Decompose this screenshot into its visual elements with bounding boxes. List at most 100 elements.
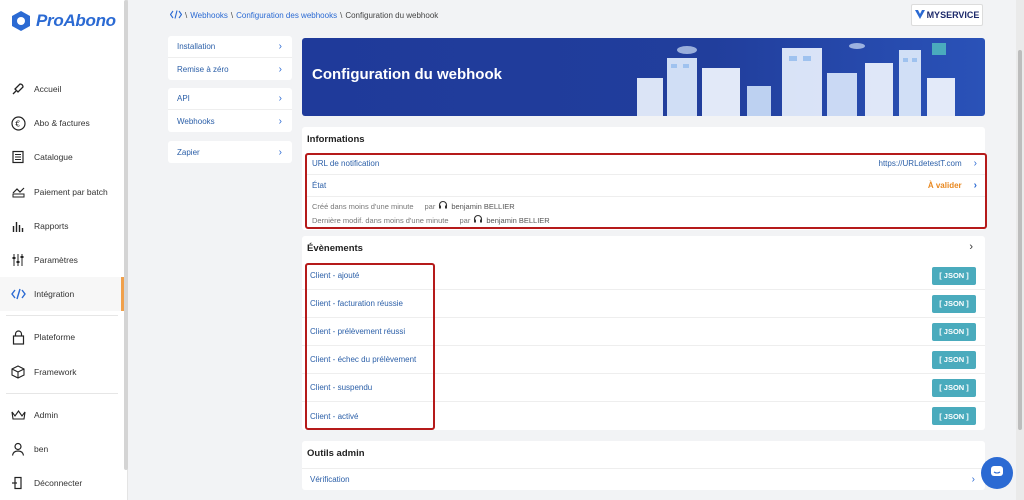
batch-payment-icon: [10, 184, 26, 200]
city-illustration: [637, 43, 955, 116]
json-button[interactable]: [ JSON ]: [932, 407, 976, 425]
sidebar-item-label: Plateforme: [34, 332, 76, 343]
breadcrumb-sep: \: [230, 11, 234, 20]
created-text: Créé dans moins d'une minute: [312, 201, 414, 211]
sidebar-item-label: Catalogue: [34, 152, 73, 163]
sidebar-item-integration[interactable]: Intégration: [0, 277, 124, 312]
service-logo-icon: [914, 9, 925, 21]
catalog-icon: [10, 149, 26, 165]
breadcrumb-sep: \: [340, 11, 343, 20]
json-button[interactable]: [ JSON ]: [932, 294, 976, 313]
created-by: par: [424, 201, 436, 211]
submenu-item-zapier[interactable]: Zapier ›: [168, 141, 292, 163]
reports-icon: [10, 218, 26, 234]
notification-url-value-group: https://URLdetestT.com ›: [879, 158, 978, 169]
state-label: État: [312, 181, 327, 190]
sidebar-divider: [6, 315, 118, 317]
chevron-right-icon: ›: [278, 41, 282, 52]
created-meta: Créé dans moins d'une minute par benjami…: [312, 200, 515, 212]
verification-label: Vérification: [310, 475, 350, 484]
sidebar-scrollbar[interactable]: [124, 0, 128, 470]
chat-button[interactable]: [981, 457, 1013, 489]
admin-tools-title: Outils admin: [307, 448, 365, 459]
notification-url-label: URL de notification: [312, 159, 380, 168]
sidebar-item-framework[interactable]: Framework: [0, 355, 124, 389]
events-title: Évènements: [307, 243, 363, 254]
sidebar-item-label: Accueil: [34, 84, 62, 95]
sidebar-item-label: Admin: [34, 409, 59, 420]
json-button[interactable]: [ JSON ]: [932, 378, 976, 397]
json-button[interactable]: [ JSON ]: [932, 322, 976, 341]
json-button[interactable]: [ JSON ]: [932, 350, 976, 369]
sidebar: ProAbono Accueil € Abo & factures Catalo…: [0, 0, 128, 500]
sidebar-item-admin[interactable]: Admin: [0, 398, 124, 432]
events-highlight: [305, 263, 435, 430]
headset-icon: [438, 200, 448, 212]
modified-user[interactable]: benjamin BELLIER: [486, 216, 549, 225]
euro-icon: €: [10, 115, 26, 131]
chat-icon: [990, 465, 1004, 481]
events-card: Évènements › Client - ajouté [ JSON ] Cl…: [302, 236, 985, 430]
lock-icon: [10, 329, 26, 345]
headset-icon: [473, 214, 483, 226]
code-icon[interactable]: [169, 10, 183, 21]
sidebar-item-plateforme[interactable]: Plateforme: [0, 320, 124, 354]
sidebar-divider: [6, 392, 118, 394]
service-switch-button[interactable]: MYSERVICE: [911, 4, 983, 26]
sidebar-nav: Accueil € Abo & factures Catalogue Paiem…: [0, 72, 124, 500]
modified-text: Dernière modif. dans moins d'une minute: [312, 215, 449, 225]
sidebar-item-label: Paiement par batch: [34, 186, 108, 197]
breadcrumb: \ Webhooks \ Configuration des webhooks …: [169, 10, 439, 21]
verification-row[interactable]: Vérification ›: [302, 468, 985, 490]
sidebar-item-abo-factures[interactable]: € Abo & factures: [0, 106, 124, 140]
sidebar-item-parametres[interactable]: Paramètres: [0, 243, 124, 277]
sliders-icon: [10, 252, 26, 268]
notification-url-row[interactable]: URL de notification https://URLdetestT.c…: [312, 158, 977, 169]
sidebar-item-user[interactable]: ben: [0, 432, 124, 466]
breadcrumb-sep: \: [185, 11, 188, 20]
breadcrumb-webhooks[interactable]: Webhooks: [190, 11, 228, 20]
divider: [307, 196, 985, 197]
submenu-label: Webhooks: [177, 116, 215, 126]
svg-text:€: €: [15, 119, 20, 128]
submenu-item-reset[interactable]: Remise à zéro ›: [168, 58, 292, 80]
chevron-right-icon: ›: [973, 180, 977, 191]
brand-name: ProAbono: [36, 11, 116, 30]
submenu-label: Zapier: [177, 147, 200, 157]
sidebar-item-label: Intégration: [34, 289, 75, 300]
breadcrumb-current: Configuration du webhook: [345, 11, 439, 20]
crown-icon: [10, 407, 26, 423]
sidebar-item-catalogue[interactable]: Catalogue: [0, 140, 124, 174]
chevron-right-icon: ›: [278, 63, 282, 75]
sidebar-item-label: Paramètres: [34, 255, 78, 266]
brand-logo[interactable]: ProAbono: [10, 10, 116, 32]
informations-title: Informations: [307, 134, 365, 145]
submenu-item-api[interactable]: API ›: [168, 88, 292, 110]
notification-url-value: https://URLdetestT.com: [878, 159, 962, 168]
service-name: MYSERVICE: [926, 10, 980, 20]
sidebar-item-label: Abo & factures: [34, 118, 90, 129]
logout-icon: [10, 475, 26, 491]
user-icon: [10, 441, 26, 457]
json-button[interactable]: [ JSON ]: [932, 266, 976, 285]
sidebar-item-rapports[interactable]: Rapports: [0, 209, 124, 243]
informations-highlight: URL de notification https://URLdetestT.c…: [305, 153, 987, 229]
modified-by: par: [459, 215, 471, 225]
hero-banner: Configuration du webhook: [302, 38, 985, 116]
breadcrumb-config-list[interactable]: Configuration des webhooks: [236, 11, 337, 20]
logo-icon: [12, 11, 30, 31]
sidebar-item-paiement-batch[interactable]: Paiement par batch: [0, 175, 124, 209]
state-value-group: À valider ›: [928, 180, 977, 191]
state-row[interactable]: État À valider ›: [312, 180, 977, 191]
submenu-item-webhooks[interactable]: Webhooks ›: [168, 110, 292, 132]
sidebar-item-deconnecter[interactable]: Déconnecter: [0, 466, 124, 500]
sidebar-item-accueil[interactable]: Accueil: [0, 72, 124, 106]
chevron-right-icon: ›: [278, 115, 282, 127]
created-user[interactable]: benjamin BELLIER: [451, 202, 514, 211]
page-scrollbar-thumb[interactable]: [1018, 50, 1022, 430]
sidebar-item-label: ben: [34, 443, 49, 454]
chevron-right-icon[interactable]: ›: [969, 241, 973, 253]
submenu-item-installation[interactable]: Installation ›: [168, 36, 292, 58]
page-title: Configuration du webhook: [312, 66, 502, 83]
sidebar-item-label: Framework: [34, 366, 77, 377]
